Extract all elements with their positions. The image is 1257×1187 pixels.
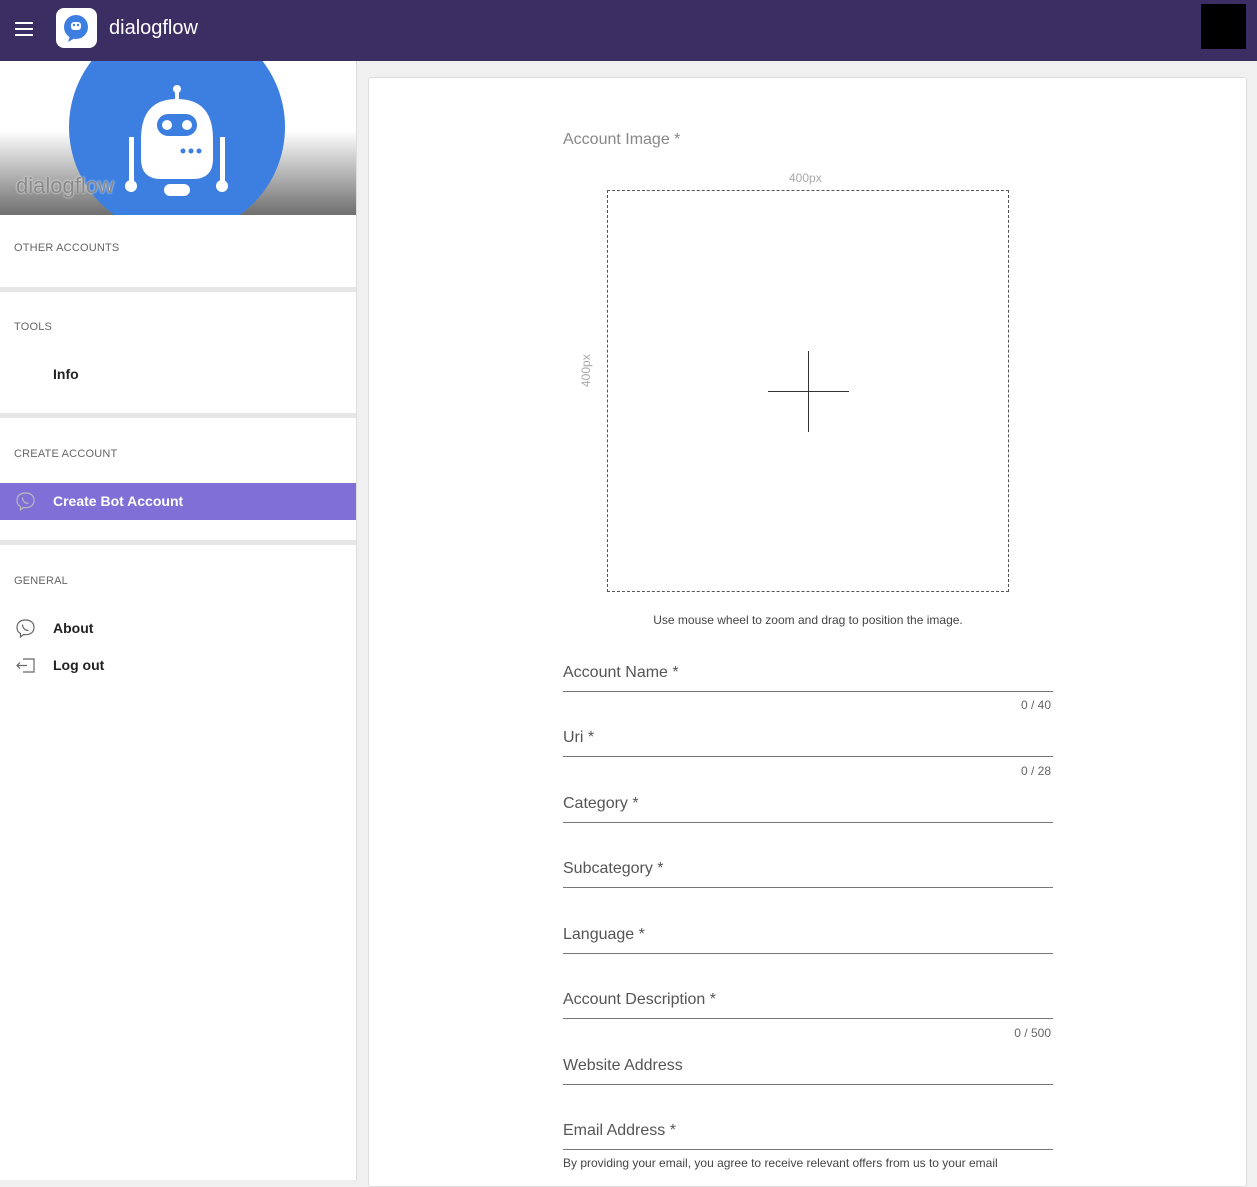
sidebar-item-about[interactable]: About: [0, 610, 356, 647]
sidebar-item-logout[interactable]: Log out: [0, 647, 356, 684]
sidebar-item-create-bot-account[interactable]: Create Bot Account: [0, 483, 356, 520]
sidebar-item-label: About: [53, 620, 94, 636]
divider: [0, 287, 356, 292]
uri-counter: 0 / 28: [1020, 764, 1051, 778]
sidebar: dialogflow OTHER ACCOUNTS TOOLS Info CRE…: [0, 61, 357, 1180]
sidebar-item-info[interactable]: Info: [0, 356, 356, 393]
subcategory-field[interactable]: Subcategory *: [563, 854, 1053, 888]
section-title-create-account: CREATE ACCOUNT: [14, 448, 118, 460]
language-field[interactable]: Language *: [563, 920, 1053, 954]
field-label: Website Address: [563, 1057, 683, 1074]
image-height-label: 400px: [579, 354, 593, 387]
viber-icon: [15, 491, 36, 512]
field-label: Account Description *: [563, 991, 716, 1008]
hamburger-menu-icon[interactable]: [15, 22, 33, 36]
field-label: Category *: [563, 795, 639, 812]
user-avatar[interactable]: [1201, 4, 1246, 49]
description-counter: 0 / 500: [1014, 1026, 1051, 1040]
section-title-other-accounts: OTHER ACCOUNTS: [14, 242, 120, 254]
divider: [0, 413, 356, 418]
image-width-label: 400px: [789, 171, 822, 185]
sidebar-item-label: Log out: [53, 657, 105, 673]
section-title-general: GENERAL: [14, 575, 68, 587]
profile-banner: dialogflow: [0, 61, 356, 215]
account-description-field[interactable]: Account Description *: [563, 985, 1053, 1019]
sidebar-item-label: Create Bot Account: [53, 493, 184, 509]
divider: [0, 540, 356, 545]
account-image-label: Account Image *: [563, 131, 681, 148]
category-field[interactable]: Category *: [563, 789, 1053, 823]
sidebar-item-label: Info: [53, 366, 79, 382]
image-upload-area[interactable]: [607, 190, 1009, 592]
uri-field[interactable]: Uri *: [563, 723, 1053, 757]
email-address-field[interactable]: Email Address *: [563, 1116, 1053, 1150]
website-address-field[interactable]: Website Address: [563, 1051, 1053, 1085]
profile-name: dialogflow: [16, 173, 114, 198]
field-label: Language *: [563, 926, 645, 943]
field-label: Email Address *: [563, 1122, 676, 1139]
section-title-tools: TOOLS: [14, 321, 53, 333]
plus-icon: [808, 351, 809, 432]
field-label: Uri *: [563, 729, 595, 746]
field-label: Subcategory *: [563, 860, 664, 877]
logout-icon: [15, 655, 36, 676]
dialogflow-logo-icon[interactable]: [56, 8, 97, 48]
email-note: By providing your email, you agree to re…: [563, 1156, 998, 1170]
viber-icon: [15, 618, 36, 639]
create-bot-form: Account Image * 400px 400px Use mouse wh…: [368, 77, 1247, 1187]
app-title: dialogflow: [109, 17, 198, 39]
top-app-bar: dialogflow: [0, 0, 1257, 61]
field-label: Account Name *: [563, 664, 679, 681]
image-hint: Use mouse wheel to zoom and drag to posi…: [653, 613, 963, 627]
account-name-field[interactable]: Account Name *: [563, 658, 1053, 692]
account-name-counter: 0 / 40: [1020, 698, 1051, 712]
